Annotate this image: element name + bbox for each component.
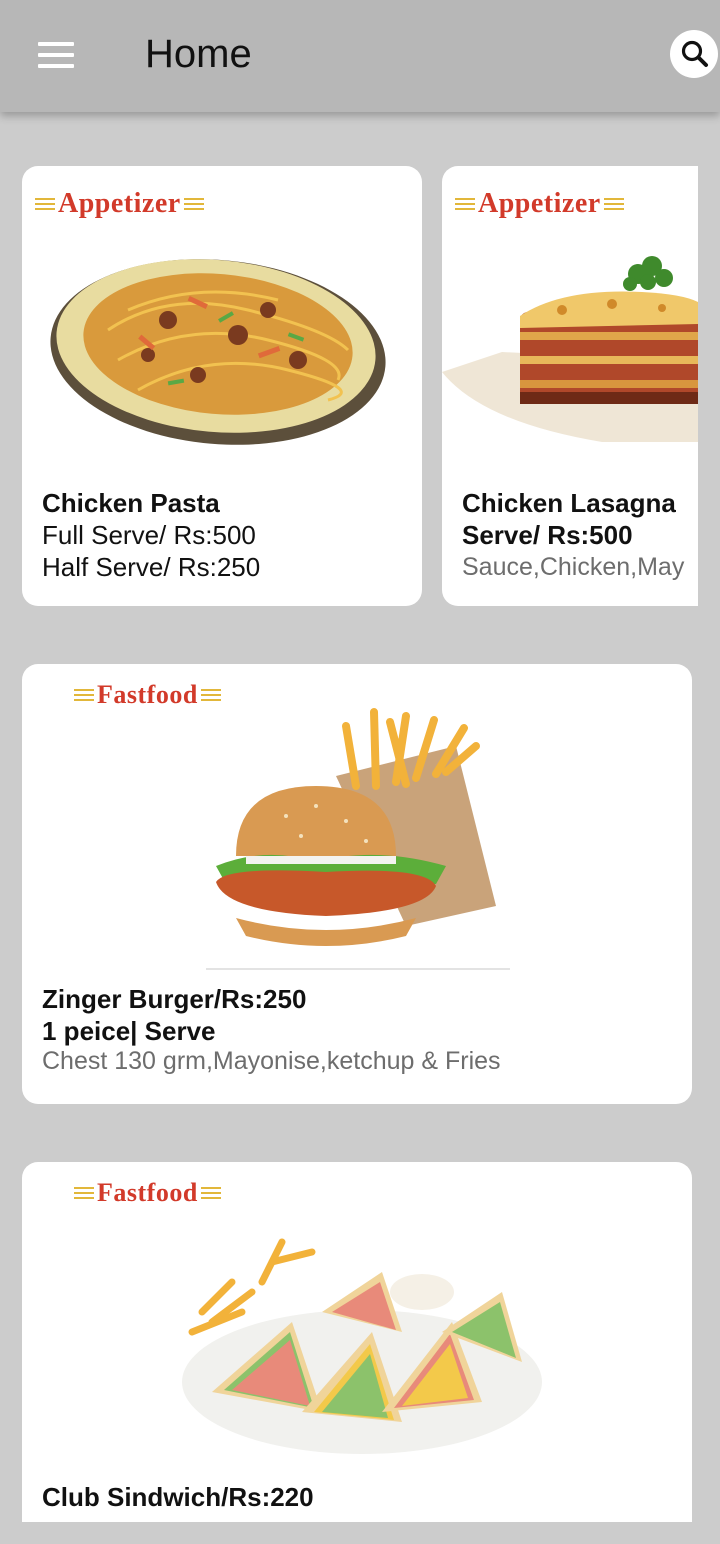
category-label: Appetizer	[35, 188, 204, 220]
chicken-pasta-image	[50, 259, 386, 445]
club-sandwich-image	[182, 1238, 542, 1454]
zinger-burger-image	[206, 708, 510, 970]
search-icon	[681, 40, 708, 67]
item-name: Club Sindwich/Rs:220	[42, 1482, 314, 1512]
item-name: Zinger Burger/Rs:250	[42, 984, 307, 1014]
chicken-lasagna-image	[442, 256, 698, 442]
item-price-half: Half Serve/ Rs:250	[42, 552, 261, 582]
food-card-chicken-pasta[interactable]: Appetizer Chicken Pasta Full Serve/ Rs:5…	[22, 166, 422, 606]
category-label: Appetizer	[455, 188, 624, 220]
item-price-full: Full Serve/ Rs:500	[42, 520, 256, 550]
item-ingredients: Chest 130 grm,Mayonise,ketchup & Fries	[42, 1047, 501, 1075]
app-bar: Home	[0, 0, 720, 112]
hamburger-menu-icon[interactable]	[38, 42, 74, 70]
item-price: Serve/ Rs:500	[462, 520, 633, 550]
item-ingredients: Sauce,Chicken,May	[462, 553, 685, 581]
category-label: Fastfood	[74, 680, 221, 710]
item-serving: 1 peice| Serve	[42, 1016, 216, 1046]
food-card-chicken-lasagna[interactable]: Appetizer Chicken Lasagna Serve/ Rs:500 …	[442, 166, 698, 606]
food-card-club-sandwich[interactable]: Fastfood Club Sindwich/Rs:220	[22, 1162, 692, 1522]
food-card-zinger-burger[interactable]: Fastfood Zinger Burger/Rs:250 1 peice| S…	[22, 664, 692, 1104]
page-title: Home	[145, 32, 252, 76]
category-label: Fastfood	[74, 1178, 221, 1208]
item-name: Chicken Lasagna	[462, 488, 676, 518]
item-name: Chicken Pasta	[42, 488, 220, 518]
search-button[interactable]	[670, 30, 718, 78]
